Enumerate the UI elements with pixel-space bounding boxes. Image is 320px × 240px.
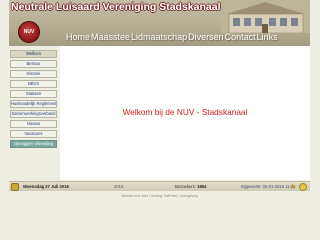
nav-home[interactable]: Home (66, 32, 90, 42)
logo: NUV (18, 21, 40, 43)
main-content: Welkom bij de NUV - Stadskanaal (60, 46, 310, 180)
sidebar-item-reglement[interactable]: Huishoudelijk Reglement (10, 100, 57, 108)
visitors-label: Bezoekers: (175, 184, 196, 189)
star-icon[interactable]: ★ (289, 182, 296, 191)
sidebar-item-historie[interactable]: Historie (10, 70, 57, 78)
nav-lidmaatschap[interactable]: Lidmaatschap (131, 32, 187, 42)
nav-diversen[interactable]: Diversen (188, 32, 224, 42)
nav-links[interactable]: Links (257, 32, 278, 42)
sidebar-item-welkom[interactable]: Welkom (10, 50, 57, 58)
site-title: Neutrale Luisaard Vereniging Stadskanaal (11, 1, 221, 13)
page: Neutrale Luisaard Vereniging Stadskanaal… (9, 0, 310, 240)
visitors-count: 1864 (197, 184, 207, 189)
sidebar-item-statuten[interactable]: Statuten (10, 90, 57, 98)
sidebar-item-nieuws[interactable]: Nieuws (10, 120, 57, 128)
header: Neutrale Luisaard Vereniging Stadskanaal… (9, 0, 310, 46)
nav-contact[interactable]: Contact (225, 32, 256, 42)
sidebar-item-nbvs[interactable]: NBVS (10, 80, 57, 88)
status-bar: Woensdag 27 Juli 2016 2016 Bezoekers: 18… (9, 181, 310, 191)
last-updated: Bijgewerkt: 05-01-2016 11:44 (241, 184, 296, 189)
sidebar-item-vacatures[interactable]: Vacatures (10, 130, 57, 138)
user-icon[interactable] (299, 183, 307, 191)
status-date: Woensdag 27 Juli 2016 (23, 184, 69, 189)
logo-text: NUV (23, 29, 35, 35)
sidebar-item-bestuur[interactable]: Bestuur (10, 60, 57, 68)
building-image (221, 0, 310, 33)
top-navigation: Home Maasstee Lidmaatschap Diversen Cont… (66, 32, 278, 42)
status-year: 2016 (114, 184, 124, 189)
welcome-heading: Welkom bij de NUV - Stadskanaal (122, 107, 248, 117)
sidebar-item-opvoggen[interactable]: Opvoggen Vilvoeding (10, 140, 57, 148)
sidebar: Welkom Bestuur Historie NBVS Statuten Hu… (10, 50, 58, 150)
visitor-counter: Bezoekers: 1864 (175, 183, 206, 191)
sidebar-item-samenwerkingsverband[interactable]: Samenwerkingsverband (10, 110, 57, 118)
calendar-icon (11, 183, 19, 191)
footer-credits: Website met Joint | Hosting: NetPoint | … (121, 194, 198, 198)
nav-maasstee[interactable]: Maasstee (91, 32, 130, 42)
